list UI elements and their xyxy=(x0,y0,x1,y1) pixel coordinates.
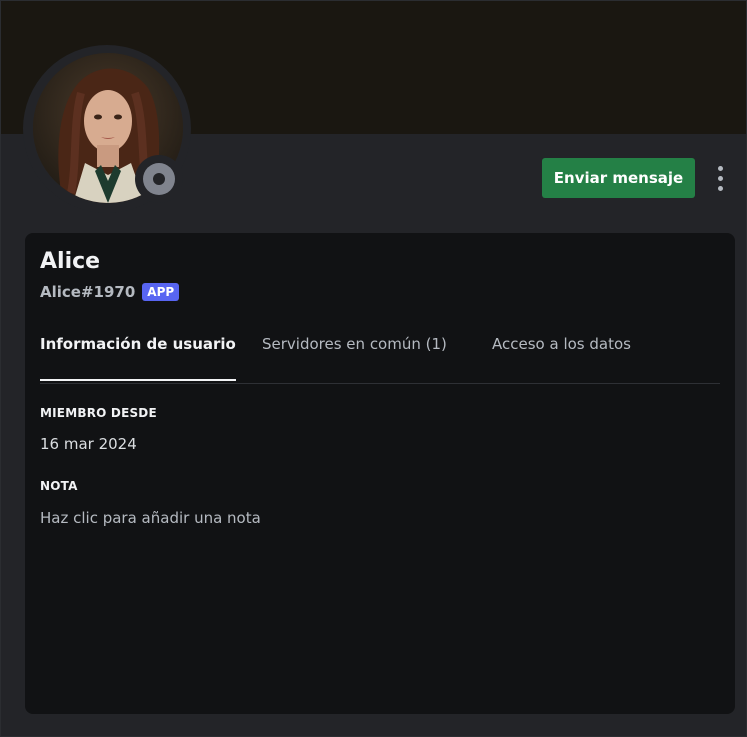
member-since-value: 16 mar 2024 xyxy=(40,435,137,453)
username-row: Alice#1970 APP xyxy=(40,283,180,301)
username[interactable]: Alice#1970 xyxy=(40,283,135,301)
user-profile-modal: Enviar mensaje Alice Alice#1970 APP Info… xyxy=(0,0,747,737)
dot-icon xyxy=(717,175,723,181)
more-options-icon[interactable] xyxy=(707,161,733,195)
profile-tabs: Información de usuario Servidores en com… xyxy=(40,327,720,384)
tab-data-access[interactable]: Acceso a los datos xyxy=(492,335,631,379)
member-since-title: MIEMBRO DESDE xyxy=(40,406,157,420)
dot-icon xyxy=(717,185,723,191)
display-name: Alice xyxy=(40,249,101,274)
status-offline-icon xyxy=(143,163,175,195)
tab-mutual-servers[interactable]: Servidores en común (1) xyxy=(262,335,447,379)
tab-user-info[interactable]: Información de usuario xyxy=(40,335,236,381)
note-input[interactable]: Haz clic para añadir una nota xyxy=(40,509,261,527)
dot-icon xyxy=(717,165,723,171)
send-message-button[interactable]: Enviar mensaje xyxy=(542,158,695,198)
profile-card: Alice Alice#1970 APP Información de usua… xyxy=(25,233,735,714)
note-title: NOTA xyxy=(40,479,78,493)
app-badge: APP xyxy=(142,283,180,301)
